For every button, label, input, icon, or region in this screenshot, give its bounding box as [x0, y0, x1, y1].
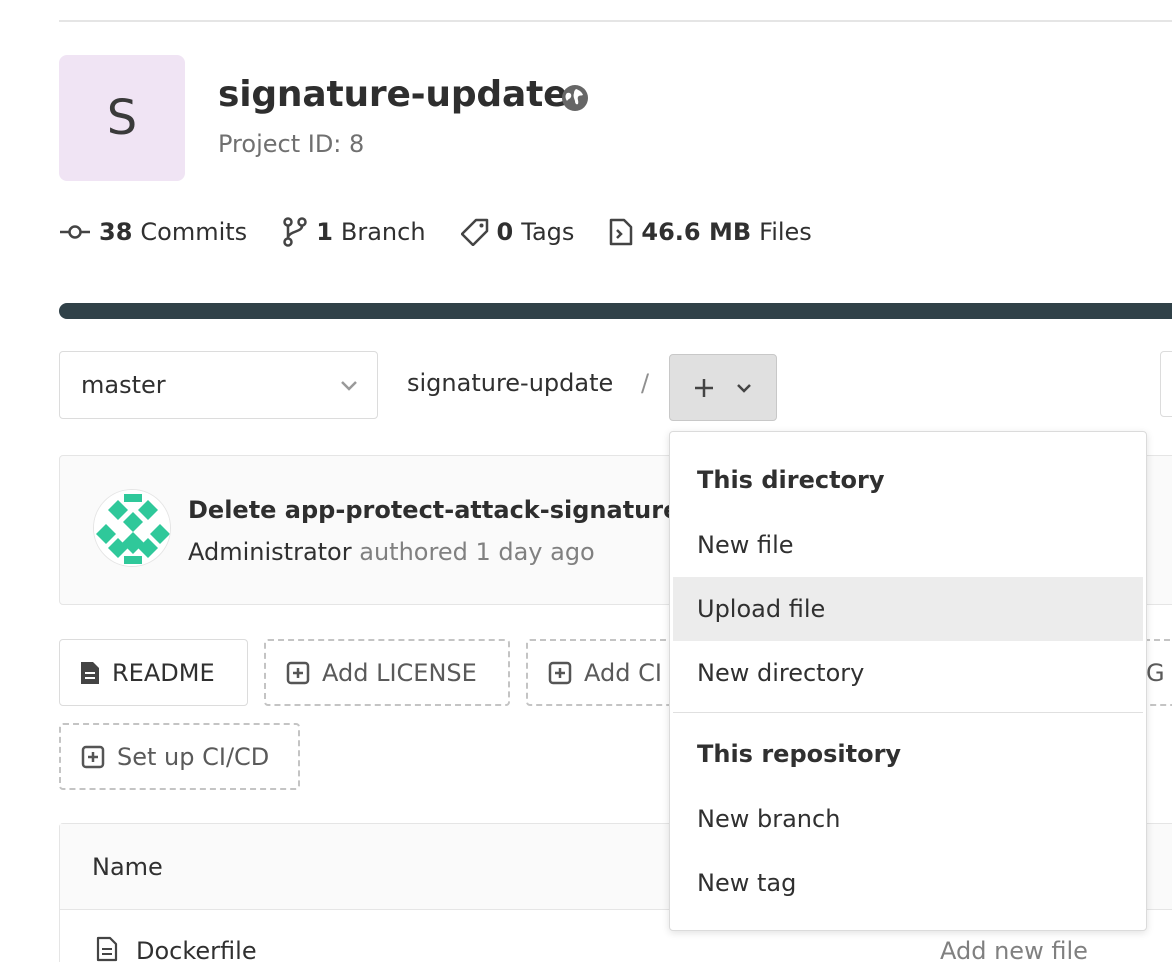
add-changelog-label: G: [1146, 658, 1165, 687]
file-icon: [96, 936, 118, 962]
commit-author-link[interactable]: Administrator: [188, 538, 352, 566]
add-license-label: Add LICENSE: [322, 658, 477, 687]
branches-label: Branch: [340, 218, 426, 246]
menu-item-new-directory-label: New directory: [697, 659, 865, 687]
plus-icon: [695, 378, 713, 397]
add-ci-label: Add CI: [584, 658, 662, 687]
tags-count: 0: [496, 218, 514, 246]
commit-authored-time: authored 1 day ago: [359, 538, 595, 566]
chevron-down-icon: [341, 381, 357, 391]
chevron-down-icon: [737, 383, 751, 393]
menu-item-new-branch[interactable]: New branch: [673, 787, 1143, 851]
commits-label: Commits: [140, 218, 248, 246]
document-icon: [81, 661, 99, 684]
file-last-commit-link[interactable]: Add new file: [940, 937, 1088, 962]
project-stats: 38 Commits 1 Branch 0 Tags 46.6 MB Files: [59, 212, 847, 252]
repository-language-bar: [59, 303, 1172, 319]
tags-label: Tags: [521, 218, 575, 246]
branches-stat[interactable]: 1 Branch: [282, 217, 426, 247]
branches-count: 1: [316, 218, 333, 246]
plus-square-icon: [548, 661, 572, 684]
branch-icon: [283, 217, 307, 247]
project-avatar-letter: S: [106, 90, 138, 146]
menu-item-upload-file-label: Upload file: [697, 595, 826, 623]
branch-select[interactable]: master: [59, 351, 378, 419]
readme-button[interactable]: README: [59, 639, 248, 706]
project-avatar[interactable]: S: [59, 55, 185, 181]
globe-icon: [561, 84, 589, 112]
breadcrumb-separator: /: [641, 369, 650, 397]
add-license-button[interactable]: Add LICENSE: [264, 639, 510, 706]
commit-author-avatar[interactable]: [93, 489, 171, 567]
identicon-icon: [94, 490, 170, 566]
commit-title-link[interactable]: Delete app-protect-attack-signatures-: [188, 496, 704, 524]
menu-section-this-repository: This repository: [697, 740, 902, 768]
menu-item-new-tag[interactable]: New tag: [673, 851, 1143, 915]
menu-item-new-directory[interactable]: New directory: [673, 641, 1143, 705]
menu-item-new-file-label: New file: [697, 531, 794, 559]
column-header-name: Name: [92, 853, 163, 881]
commit-icon: [60, 225, 90, 239]
menu-item-new-tag-label: New tag: [697, 869, 797, 897]
menu-item-new-branch-label: New branch: [697, 805, 841, 833]
menu-section-this-directory: This directory: [697, 466, 885, 494]
menu-item-upload-file[interactable]: Upload file: [673, 577, 1143, 641]
readme-label: README: [112, 658, 215, 687]
menu-item-new-file[interactable]: New file: [673, 513, 1143, 577]
files-label: Files: [759, 218, 812, 246]
file-archive-icon: [610, 218, 633, 246]
files-stat[interactable]: 46.6 MB Files: [609, 218, 812, 246]
commits-count: 38: [99, 218, 133, 246]
file-name-link[interactable]: Dockerfile: [136, 937, 257, 962]
setup-cicd-label: Set up CI/CD: [117, 742, 270, 771]
tag-icon: [460, 218, 488, 246]
project-title[interactable]: signature-update: [218, 74, 567, 115]
commit-meta: Administrator authored 1 day ago: [188, 538, 595, 566]
setup-cicd-button[interactable]: Set up CI/CD: [59, 723, 300, 790]
plus-square-icon: [81, 745, 105, 768]
breadcrumb-root[interactable]: signature-update: [407, 369, 613, 397]
find-file-button[interactable]: [1160, 351, 1172, 417]
add-ci-button[interactable]: Add CI: [526, 639, 686, 706]
top-divider: [59, 20, 1172, 22]
commits-stat[interactable]: 38 Commits: [59, 218, 247, 246]
add-to-tree-button[interactable]: [669, 354, 777, 421]
tags-stat[interactable]: 0 Tags: [460, 218, 575, 246]
menu-divider: [673, 712, 1143, 713]
project-id: Project ID: 8: [218, 130, 365, 158]
branch-select-value: master: [81, 371, 166, 399]
plus-square-icon: [286, 661, 310, 684]
files-size: 46.6 MB: [641, 218, 752, 246]
